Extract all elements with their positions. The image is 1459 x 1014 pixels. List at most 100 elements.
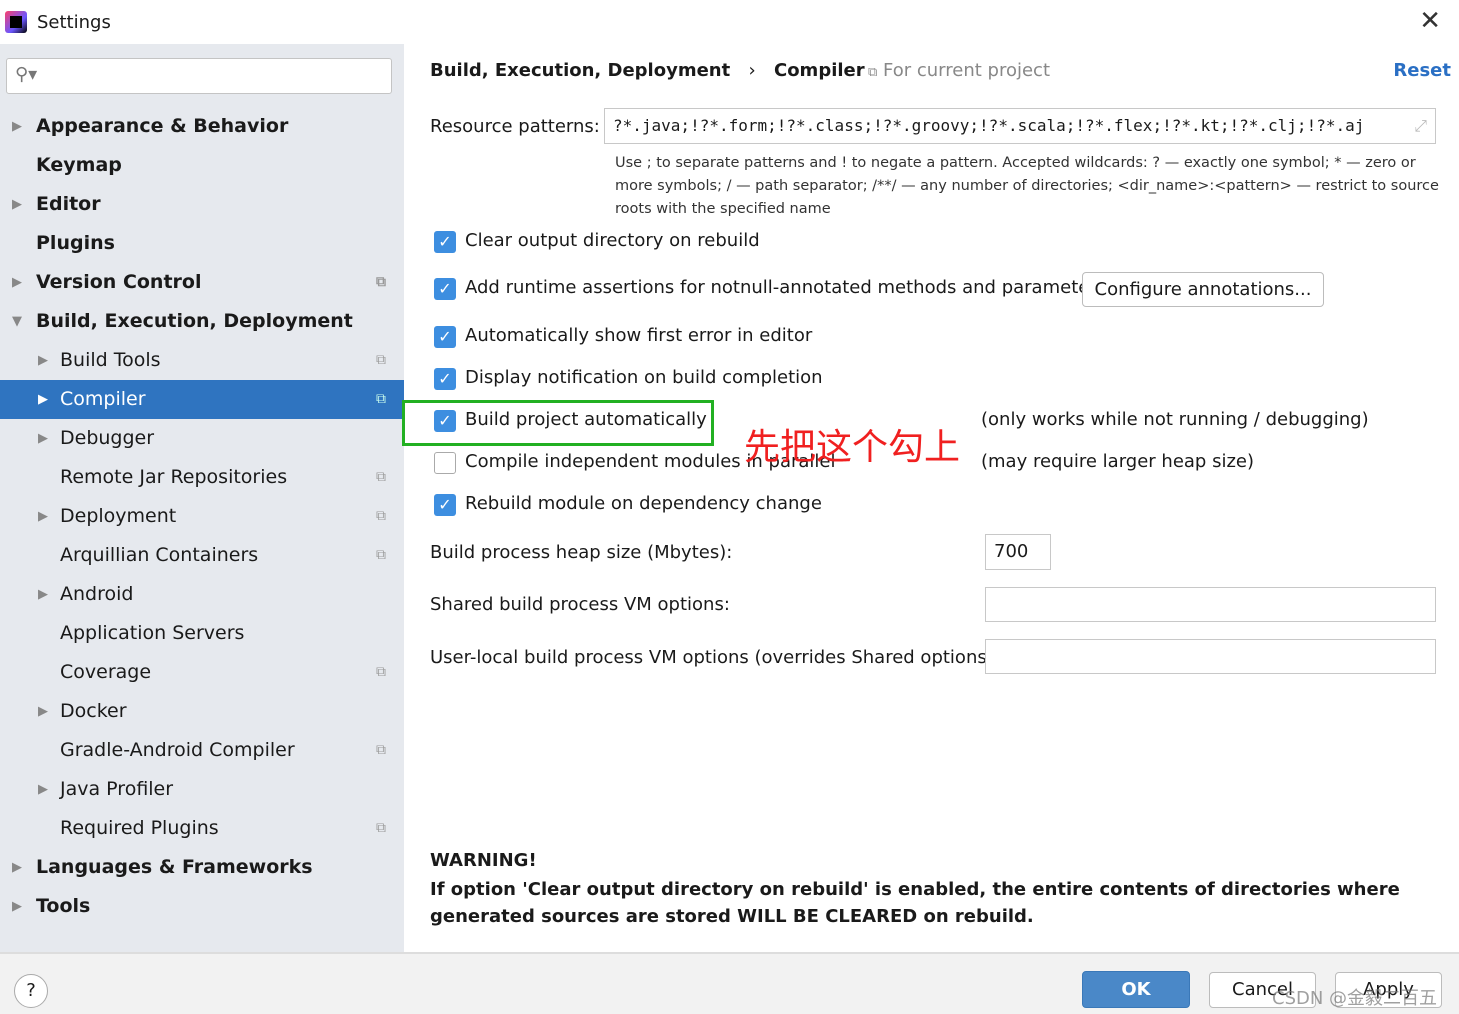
- app-logo-icon: [5, 11, 27, 33]
- checkbox[interactable]: ✓: [434, 494, 456, 516]
- window-title: Settings: [37, 12, 111, 33]
- sidebar-item[interactable]: Required Plugins ⧉: [0, 809, 404, 848]
- sidebar-item-label: Editor: [36, 193, 101, 215]
- sidebar-item[interactable]: ▶ Compiler ⧉: [0, 380, 404, 419]
- sidebar-item[interactable]: ▶ Editor: [0, 185, 404, 224]
- sidebar-item[interactable]: Arquillian Containers ⧉: [0, 536, 404, 575]
- user-vm-options-input[interactable]: [985, 639, 1436, 674]
- sidebar-item[interactable]: ▶ Version Control ⧉: [0, 263, 404, 302]
- sidebar-item-label: Languages & Frameworks: [36, 856, 313, 878]
- chevron-right-icon[interactable]: ▶: [12, 185, 22, 224]
- sidebar-item-label: Gradle-Android Compiler: [60, 739, 295, 761]
- copy-icon: ⧉: [376, 742, 386, 758]
- sidebar-item-label: Android: [60, 583, 134, 605]
- chevron-right-icon[interactable]: ▶: [12, 107, 22, 146]
- sidebar-item-label: Application Servers: [60, 622, 245, 644]
- copy-icon: ⧉: [376, 547, 386, 563]
- breadcrumb: Build, Execution, Deployment › Compiler: [430, 60, 865, 81]
- sidebar-item[interactable]: ▶ Android: [0, 575, 404, 614]
- footer: ? OK Cancel Apply CSDN @金毅二百五: [0, 952, 1459, 1014]
- sidebar-item[interactable]: Gradle-Android Compiler ⧉: [0, 731, 404, 770]
- checkbox[interactable]: ✓: [434, 326, 456, 348]
- title-bar: Settings ✕: [0, 0, 1459, 44]
- breadcrumb-parent[interactable]: Build, Execution, Deployment: [430, 60, 730, 81]
- sidebar-item-label: Build, Execution, Deployment: [36, 310, 353, 332]
- chevron-right-icon[interactable]: ▶: [12, 263, 22, 302]
- heap-size-label: Build process heap size (Mbytes):: [430, 542, 733, 563]
- sidebar-item[interactable]: ▶ Docker: [0, 692, 404, 731]
- sidebar-item[interactable]: Remote Jar Repositories ⧉: [0, 458, 404, 497]
- shared-vm-options-label: Shared build process VM options:: [430, 594, 730, 615]
- chevron-right-icon[interactable]: ▶: [38, 380, 48, 419]
- annotation-text: 先把这个勾上: [744, 427, 961, 468]
- checkbox[interactable]: ✓: [434, 231, 456, 253]
- copy-icon: ⧉: [376, 352, 386, 368]
- sidebar-item[interactable]: ▶ Build Tools ⧉: [0, 341, 404, 380]
- chevron-down-icon[interactable]: ▼: [12, 302, 22, 341]
- chevron-right-icon[interactable]: ▶: [38, 770, 48, 809]
- sidebar-item-label: Deployment: [60, 505, 177, 527]
- sidebar-item-label: Java Profiler: [60, 778, 174, 800]
- chevron-right-icon[interactable]: ▶: [38, 341, 48, 380]
- expand-icon: ⤢: [1414, 116, 1427, 135]
- chevron-right-icon[interactable]: ▶: [38, 419, 48, 458]
- sidebar-item-label: Build Tools: [60, 349, 161, 371]
- sidebar-item-label: Docker: [60, 700, 127, 722]
- checkbox[interactable]: [434, 452, 456, 474]
- checkbox[interactable]: ✓: [434, 368, 456, 390]
- copy-icon: ⧉: [868, 65, 878, 80]
- chevron-right-icon: ›: [748, 60, 756, 81]
- ok-button[interactable]: OK: [1082, 971, 1190, 1008]
- sidebar-item[interactable]: ▶ Debugger: [0, 419, 404, 458]
- chevron-right-icon[interactable]: ▶: [38, 575, 48, 614]
- highlight-box: [402, 400, 714, 446]
- sidebar-item[interactable]: ▶ Appearance & Behavior: [0, 107, 404, 146]
- sidebar-item[interactable]: ▼ Build, Execution, Deployment: [0, 302, 404, 341]
- resource-patterns-help: Use ; to separate patterns and ! to nega…: [615, 155, 1439, 217]
- shared-vm-options-input[interactable]: [985, 587, 1436, 622]
- sidebar-item[interactable]: Plugins: [0, 224, 404, 263]
- chevron-right-icon[interactable]: ▶: [12, 887, 22, 926]
- sidebar-item[interactable]: Coverage ⧉: [0, 653, 404, 692]
- chevron-right-icon[interactable]: ▶: [12, 848, 22, 887]
- compiler-panel: Build, Execution, Deployment › Compiler …: [402, 44, 1459, 952]
- watermark: CSDN @金毅二百五: [1272, 988, 1438, 1009]
- user-vm-options-label: User-local build process VM options (ove…: [430, 647, 1000, 668]
- sidebar-item-label: Keymap: [36, 154, 122, 176]
- sidebar-item[interactable]: ▶ Deployment ⧉: [0, 497, 404, 536]
- copy-icon: ⧉: [376, 820, 386, 836]
- warning-title: WARNING!: [430, 850, 537, 871]
- sidebar-item-label: Debugger: [60, 427, 155, 449]
- option-note: (only works while not running / debuggin…: [981, 409, 1369, 430]
- sidebar-item[interactable]: Application Servers: [0, 614, 404, 653]
- checkbox-label[interactable]: Automatically show first error in editor: [465, 325, 812, 346]
- sidebar-item[interactable]: ▶ Tools: [0, 887, 404, 926]
- sidebar-item-label: Remote Jar Repositories: [60, 466, 288, 488]
- copy-icon: ⧉: [376, 469, 386, 485]
- sidebar-item-label: Required Plugins: [60, 817, 219, 839]
- close-icon[interactable]: ✕: [1419, 6, 1441, 36]
- sidebar-item[interactable]: Keymap: [0, 146, 404, 185]
- search-input[interactable]: ⚲▾: [6, 58, 392, 94]
- checkbox-label[interactable]: Add runtime assertions for notnull-annot…: [465, 277, 1106, 298]
- configure-annotations-button[interactable]: Configure annotations...: [1082, 272, 1324, 307]
- resource-patterns-input[interactable]: ?*.java;!?*.form;!?*.class;!?*.groovy;!?…: [604, 108, 1436, 144]
- sidebar-item-label: Tools: [36, 895, 91, 917]
- help-button[interactable]: ?: [14, 974, 48, 1008]
- sidebar-item-label: Compiler: [60, 388, 146, 410]
- heap-size-input[interactable]: 700: [985, 534, 1051, 570]
- chevron-right-icon[interactable]: ▶: [38, 692, 48, 731]
- sidebar-item-label: Coverage: [60, 661, 152, 683]
- sidebar-item[interactable]: ▶ Java Profiler: [0, 770, 404, 809]
- checkbox[interactable]: ✓: [434, 278, 456, 300]
- option-note: (may require larger heap size): [981, 451, 1254, 472]
- chevron-right-icon[interactable]: ▶: [38, 497, 48, 536]
- sidebar-item[interactable]: ▶ Languages & Frameworks: [0, 848, 404, 887]
- checkbox-label[interactable]: Display notification on build completion: [465, 367, 823, 388]
- scope-label: ⧉ For current project: [868, 60, 1051, 81]
- warning-text: If option 'Clear output directory on reb…: [430, 879, 1400, 927]
- reset-link[interactable]: Reset: [1393, 60, 1451, 81]
- copy-icon: ⧉: [376, 664, 386, 680]
- checkbox-label[interactable]: Clear output directory on rebuild: [465, 230, 760, 251]
- checkbox-label[interactable]: Rebuild module on dependency change: [465, 493, 822, 514]
